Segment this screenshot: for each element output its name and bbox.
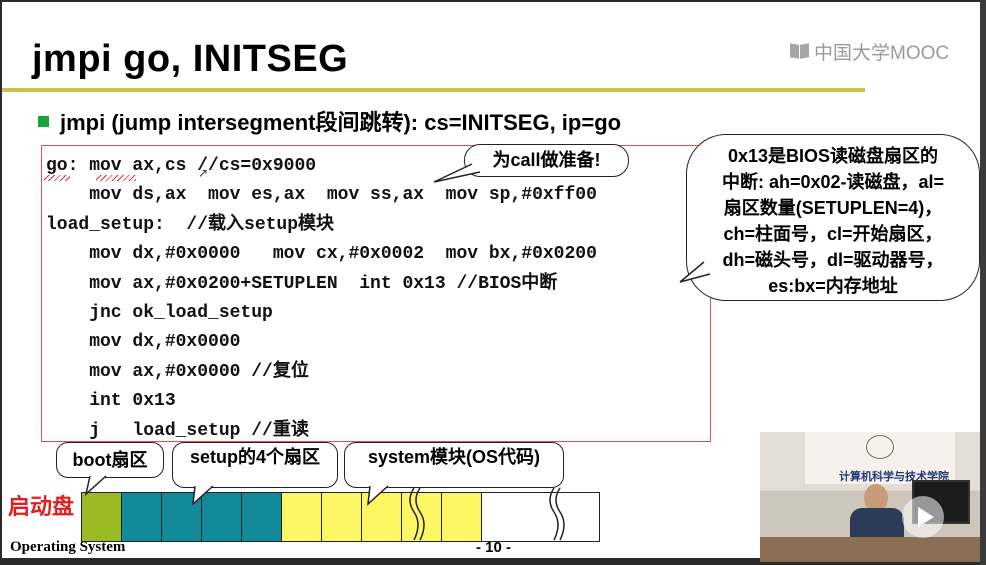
- desk-graphic: [760, 537, 986, 562]
- bullet-square-icon: [38, 115, 49, 127]
- callout-bios-line: 中断: ah=0x02-读磁盘，al=: [721, 172, 945, 192]
- callout-bios: 0x13是BIOS读磁盘扇区的 中断: ah=0x02-读磁盘，al= 扇区数量…: [686, 134, 980, 301]
- video-banner: 计算机科学与技术学院: [805, 432, 955, 484]
- boot-disk-label: 启动盘: [8, 494, 75, 519]
- callout-bios-line: ch=柱面号，cl=开始扇区，: [723, 224, 943, 244]
- callout-bios-line: es:bx=内存地址: [768, 276, 898, 296]
- callout-bios-line: dh=磁头号，dl=驱动器号，: [722, 250, 944, 270]
- instructor-video[interactable]: 计算机科学与技术学院: [760, 432, 986, 562]
- callout-bios-line: 0x13是BIOS读磁盘扇区的: [727, 146, 939, 166]
- boot-sector-bubble: boot扇区: [56, 442, 164, 478]
- disk-sector-system: [321, 492, 362, 542]
- callout-tail: [679, 261, 711, 283]
- window-edge: [980, 0, 986, 565]
- callout-prepare: 为call做准备!: [464, 144, 629, 177]
- pointer-mark-icon: ↗: [198, 166, 209, 180]
- brand-text: 中国大学MOOC: [814, 42, 950, 64]
- disk-break-marks: [409, 487, 565, 541]
- code-line: mov dx,#0x0000: [46, 332, 241, 353]
- play-icon[interactable]: [902, 496, 944, 538]
- footer-page-number: - 10 -: [476, 539, 512, 556]
- mooc-logo-icon: [790, 42, 810, 60]
- bullet-point: jmpi (jump intersegment段间跳转): cs=INITSEG…: [38, 105, 621, 137]
- system-module-bubble: system模块(OS代码): [344, 442, 564, 488]
- code-line: mov ax,#0x0200+SETUPLEN int 0x13 //BIOS中…: [46, 273, 558, 294]
- callout-bios-line: 扇区数量(SETUPLEN=4)，: [723, 198, 943, 218]
- code-line: load_setup: //载入setup模块: [46, 214, 335, 235]
- mooc-brand: 中国大学MOOC: [790, 40, 950, 64]
- disk-sector-boot: [81, 492, 122, 542]
- code-block: go: mov ax,cs //cs=0x9000 mov ds,ax mov …: [46, 152, 597, 446]
- setup-sector-bubble: setup的4个扇区: [172, 442, 338, 488]
- code-line: mov ds,ax mov es,ax mov ss,ax mov sp,#0x…: [46, 185, 597, 206]
- disk-sector-setup: [241, 492, 282, 542]
- university-seal-icon: [866, 435, 894, 459]
- callout-tail: [433, 163, 481, 183]
- bubble-tail: [84, 475, 107, 497]
- footer-course-name: Operating System: [10, 539, 126, 555]
- annotation-underline: [44, 175, 70, 181]
- title-underline: [2, 88, 865, 92]
- code-line: mov ax,#0x0000 //复位: [46, 361, 309, 382]
- code-line: int 0x13: [46, 391, 176, 412]
- code-line: mov dx,#0x0000 mov cx,#0x0002 mov bx,#0x…: [46, 244, 597, 265]
- disk-sector-setup: [121, 492, 162, 542]
- disk-sector-system: [281, 492, 322, 542]
- bullet-text: jmpi (jump intersegment段间跳转): cs=INITSEG…: [60, 110, 622, 135]
- bubble-tail: [367, 485, 389, 506]
- code-line: jnc ok_load_setup: [46, 302, 273, 323]
- bubble-tail: [192, 485, 214, 506]
- slide-title: jmpi go, INITSEG: [32, 38, 349, 80]
- annotation-underline: [96, 175, 136, 181]
